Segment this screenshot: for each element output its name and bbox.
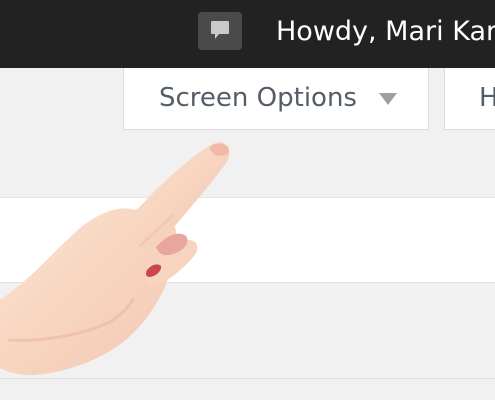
pointing-hand-image [0,142,230,376]
